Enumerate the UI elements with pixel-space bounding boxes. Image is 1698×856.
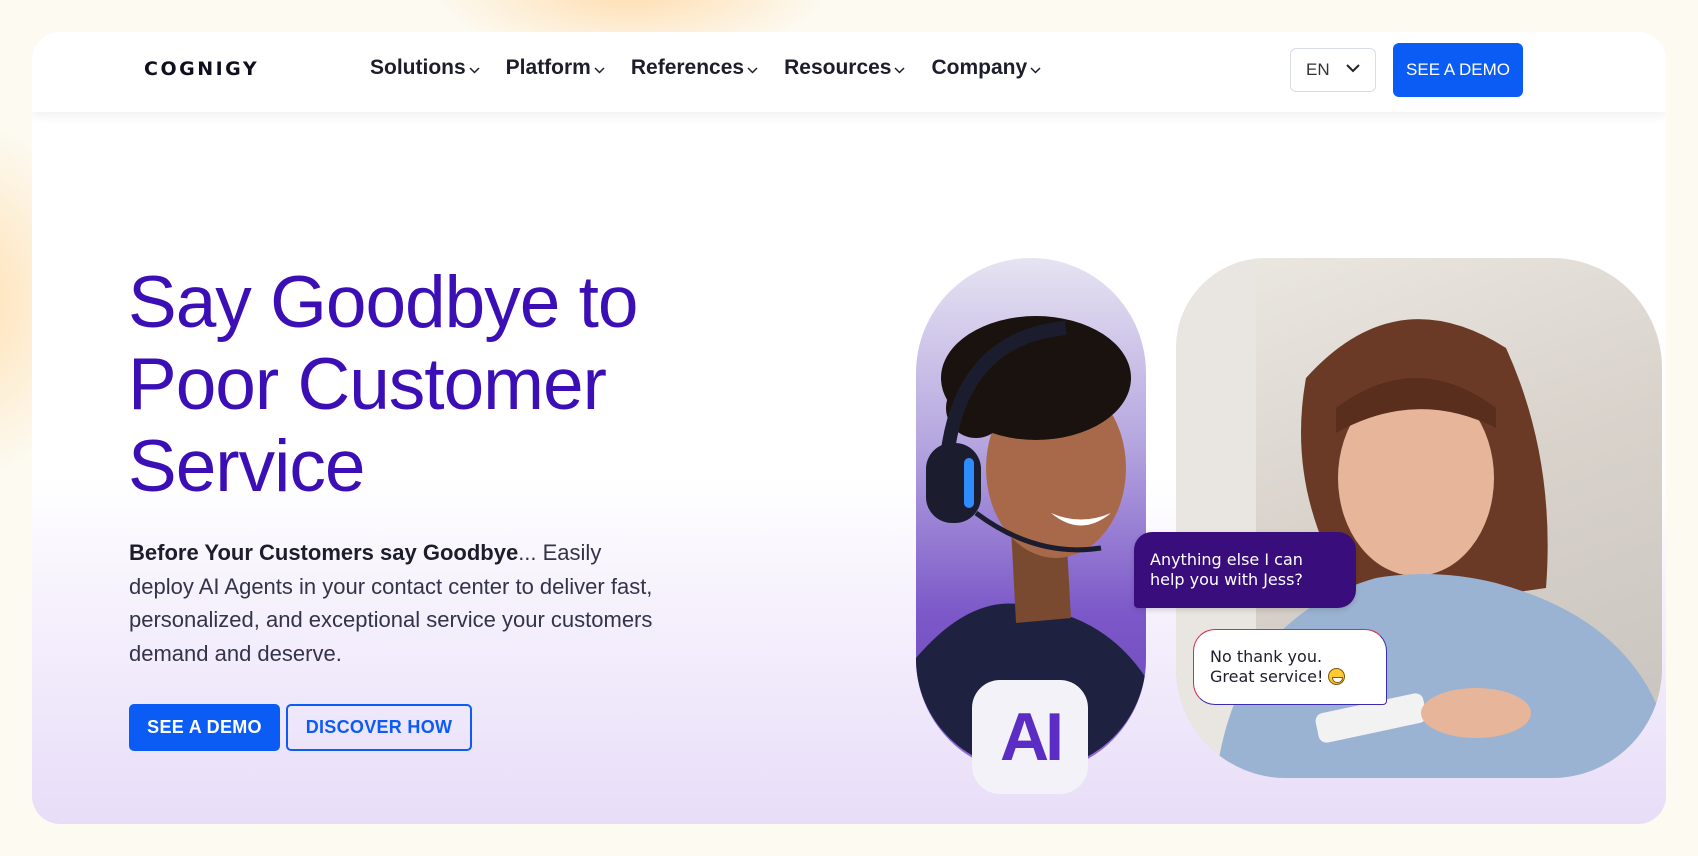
ai-message-line: Anything else I can bbox=[1150, 550, 1303, 569]
top-navigation: COGNIGY Solutions Platform References Re… bbox=[32, 32, 1666, 112]
see-a-demo-nav-button[interactable]: SEE A DEMO bbox=[1393, 43, 1523, 97]
headline-line: Service bbox=[128, 426, 365, 507]
nav-item-label: Solutions bbox=[370, 56, 466, 79]
nav-item-resources[interactable]: Resources bbox=[784, 56, 906, 80]
chevron-down-icon bbox=[594, 66, 605, 74]
ai-badge: AI bbox=[972, 680, 1088, 794]
customer-message-line: No thank you. bbox=[1210, 647, 1323, 666]
chevron-down-icon bbox=[469, 66, 480, 74]
nav-item-label: Resources bbox=[784, 56, 892, 79]
nav-item-label: Company bbox=[931, 56, 1028, 79]
page: COGNIGY Solutions Platform References Re… bbox=[0, 0, 1698, 856]
discover-how-button[interactable]: DISCOVER HOW bbox=[286, 704, 472, 751]
language-select[interactable]: EN bbox=[1290, 48, 1376, 92]
main-menu: Solutions Platform References Resources … bbox=[370, 56, 1067, 80]
chevron-down-icon bbox=[747, 66, 758, 74]
ai-message-line: help you with Jess? bbox=[1150, 570, 1303, 589]
chevron-down-icon bbox=[1030, 66, 1041, 74]
cognigy-logo[interactable]: COGNIGY bbox=[144, 58, 259, 80]
chevron-down-icon bbox=[894, 66, 906, 74]
headline-line: Say Goodbye to bbox=[128, 262, 639, 343]
customer-chat-bubble: No thank you. Great service! bbox=[1193, 629, 1387, 705]
see-a-demo-button[interactable]: SEE A DEMO bbox=[129, 704, 280, 751]
customer-message-line: Great service! bbox=[1210, 667, 1324, 686]
nav-item-platform[interactable]: Platform bbox=[506, 56, 605, 80]
grinning-face-icon bbox=[1328, 668, 1346, 685]
ai-chat-bubble: Anything else I can help you with Jess? bbox=[1134, 532, 1356, 608]
hero-subtext: Before Your Customers say Goodbye... Eas… bbox=[129, 536, 669, 670]
customer-message-row: Great service! bbox=[1210, 667, 1370, 687]
language-value: EN bbox=[1306, 60, 1330, 79]
chevron-down-icon bbox=[1346, 64, 1360, 73]
nav-item-label: Platform bbox=[505, 56, 591, 79]
nav-item-label: References bbox=[630, 56, 745, 79]
nav-item-solutions[interactable]: Solutions bbox=[370, 56, 480, 80]
nav-item-references[interactable]: References bbox=[631, 56, 758, 80]
hero-headline: Say Goodbye to Poor Customer Service bbox=[128, 262, 768, 508]
headline-line: Poor Customer bbox=[128, 344, 607, 425]
hero-subtext-bold: Before Your Customers say Goodbye bbox=[129, 540, 519, 565]
nav-item-company[interactable]: Company bbox=[931, 56, 1041, 80]
